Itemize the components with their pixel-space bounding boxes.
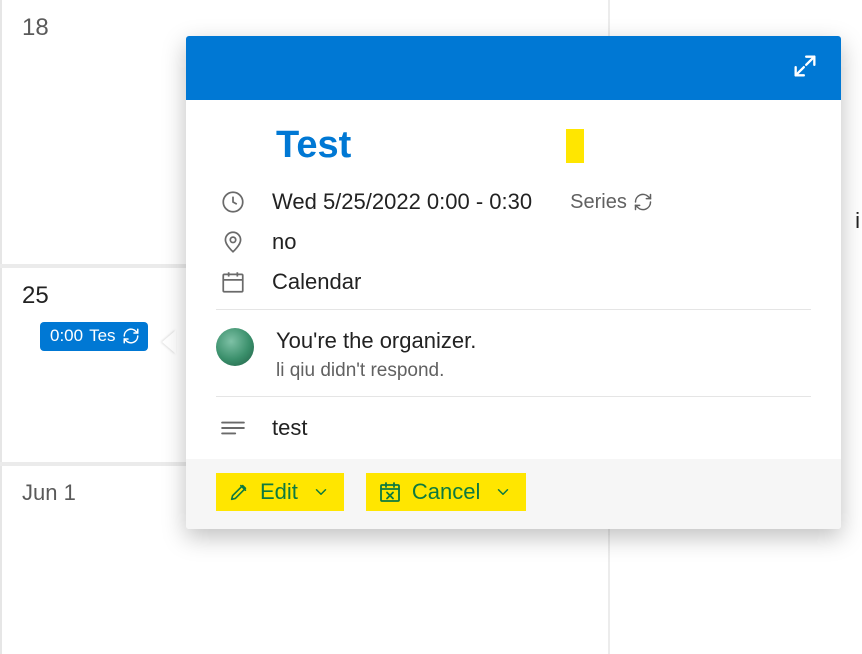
clock-icon [216,189,250,215]
cancel-button[interactable]: Cancel [366,473,526,511]
event-calendar-name: Calendar [272,269,361,295]
event-description-row: test [216,415,811,441]
chevron-down-icon [312,483,330,501]
event-details-popover: Test Wed 5/25/2022 0:00 - 0:30 Series [186,36,841,529]
popover-header [186,36,841,100]
calendar-event-chip[interactable]: 0:00 Tes [40,322,148,351]
pencil-icon [228,481,250,503]
edit-button[interactable]: Edit [216,473,344,511]
event-chip-time: 0:00 [50,326,83,346]
series-link[interactable]: Series [570,191,653,214]
popover-body: Test Wed 5/25/2022 0:00 - 0:30 Series [186,100,841,441]
event-description: test [272,415,307,441]
attendee-response: li qiu didn't respond. [276,360,476,382]
event-title-row: Test [216,124,811,167]
event-title: Test [276,124,351,167]
organizer-status: You're the organizer. [276,328,476,354]
day-number: 25 [22,282,49,310]
event-datetime: Wed 5/25/2022 0:00 - 0:30 [272,189,532,215]
edit-label: Edit [260,479,298,505]
truncated-text: i [855,208,860,234]
event-calendar-row: Calendar [216,269,811,295]
divider [216,309,811,310]
calendar-cancel-icon [378,480,402,504]
expand-icon [791,52,819,85]
organizer-texts: You're the organizer. li qiu didn't resp… [276,328,476,382]
expand-button[interactable] [787,50,823,86]
description-icon [216,419,250,437]
day-number: Jun 1 [22,480,76,506]
organizer-row: You're the organizer. li qiu didn't resp… [216,328,811,382]
avatar [216,328,254,366]
popover-footer: Edit Cancel [186,459,841,529]
day-number: 18 [22,14,49,42]
location-icon [216,229,250,255]
series-label: Series [570,191,627,214]
highlight-mark [566,129,584,163]
recurring-icon [122,327,140,345]
callout-pointer [162,330,176,354]
chevron-down-icon [494,483,512,501]
divider [216,396,811,397]
calendar-icon [216,269,250,295]
cancel-label: Cancel [412,479,480,505]
recurring-icon [633,192,653,212]
event-location: no [272,229,296,255]
event-chip-title: Tes [89,326,115,346]
event-time-row: Wed 5/25/2022 0:00 - 0:30 Series [216,189,811,215]
event-location-row: no [216,229,811,255]
